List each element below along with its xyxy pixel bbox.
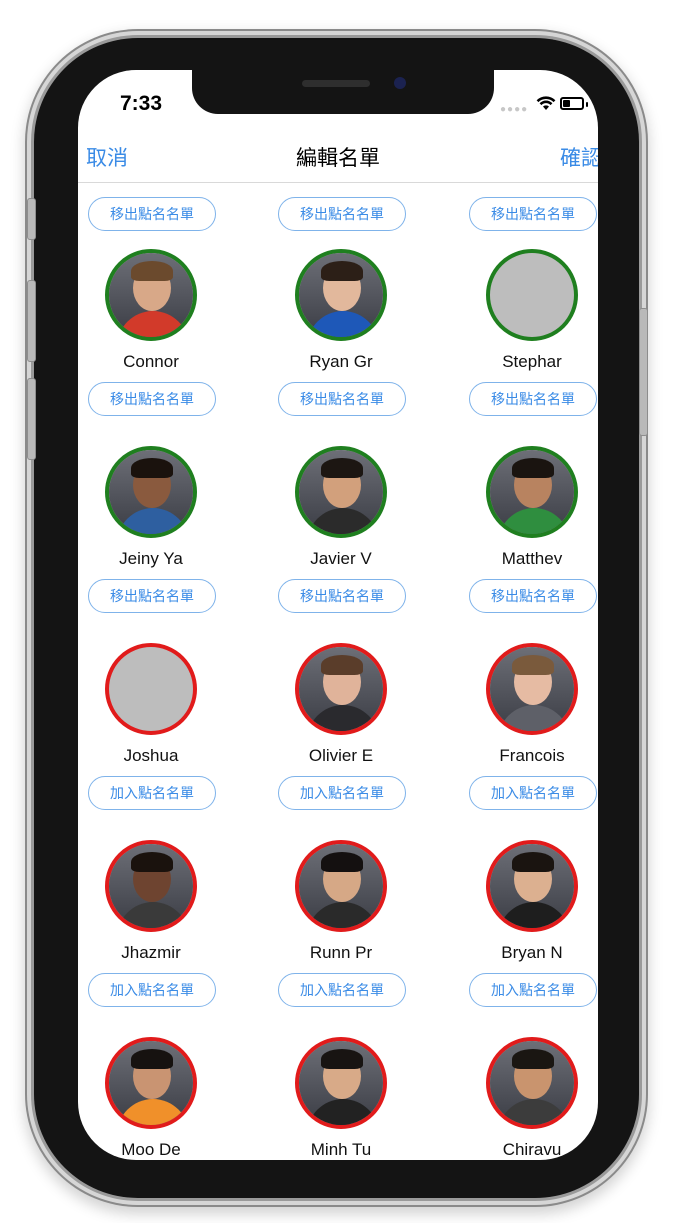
student-name: Bryan N	[501, 943, 563, 962]
student-name: Moo De	[121, 1140, 181, 1159]
student-name: Olivier E	[308, 746, 374, 765]
student-name: Stephar	[502, 352, 562, 371]
student-name: Francois	[499, 746, 565, 765]
student-name: Chiravu	[502, 1140, 562, 1159]
navigation-bar: 取消 編輯名單 確認	[78, 130, 598, 183]
student-avatar[interactable]	[486, 1037, 578, 1129]
student-avatar[interactable]	[295, 643, 387, 735]
student-avatar[interactable]	[486, 643, 578, 735]
student-card: Minh Tu加入點名名單	[268, 1037, 428, 1160]
student-name: Ryan Gr	[309, 352, 373, 371]
student-name: Jeiny Ya	[119, 549, 183, 568]
student-name: Javier V	[310, 549, 372, 568]
student-name: Matthev	[501, 549, 563, 568]
page-title: 編輯名單	[296, 147, 380, 170]
remove-from-list-button[interactable]: 移出點名名單	[278, 579, 406, 613]
add-to-list-button[interactable]: 加入點名名單	[278, 776, 406, 810]
remove-from-list-button[interactable]: 移出點名名單	[88, 579, 216, 613]
student-avatar[interactable]	[295, 446, 387, 538]
student-grid-scroll[interactable]: 移出點名名單 移出點名名單 移出點名名單 Connor 移出點名名單 Ryan Gr 移出點…	[78, 183, 598, 1160]
phone-screen: 7:33 ●●●● 取消 編輯名單 確認 移出點名名單 移出點名名單 移出點名名單 C…	[78, 70, 598, 1160]
student-name: Jhazmir	[121, 943, 181, 962]
student-avatar[interactable]	[105, 643, 197, 735]
speaker	[302, 80, 370, 87]
volume-up-button	[27, 280, 36, 362]
student-card: Jhazmir 加入點名名單	[78, 840, 238, 1037]
student-avatar[interactable]	[105, 840, 197, 932]
student-card: Moo De加入點名名單	[78, 1037, 238, 1160]
add-to-list-button[interactable]: 加入點名名單	[88, 776, 216, 810]
student-card: Francois 加入點名名單	[459, 643, 598, 840]
status-icons: ●●●●	[500, 94, 590, 115]
student-card: Runn Pr 加入點名名單	[268, 840, 428, 1037]
remove-from-list-button[interactable]: 移出點名名單	[469, 382, 597, 416]
remove-from-list-button[interactable]: 移出點名名單	[278, 382, 406, 416]
student-card: Jeiny Ya 移出點名名單	[78, 446, 238, 643]
battery-cap	[586, 102, 588, 107]
student-avatar[interactable]	[486, 249, 578, 341]
add-to-list-button[interactable]: 加入點名名單	[469, 973, 597, 1007]
student-name: Joshua	[123, 746, 179, 765]
student-name: Minh Tu	[310, 1140, 372, 1159]
volume-down-button	[27, 378, 36, 460]
student-avatar[interactable]	[486, 840, 578, 932]
remove-from-list-button[interactable]: 移出點名名單	[469, 579, 597, 613]
student-avatar[interactable]	[105, 249, 197, 341]
student-avatar[interactable]	[486, 446, 578, 538]
remove-from-list-button[interactable]: 移出點名名單	[469, 197, 597, 231]
student-card: Matthev 移出點名名單	[459, 446, 598, 643]
student-card: Joshua 加入點名名單	[78, 643, 238, 840]
student-card: Olivier E 加入點名名單	[268, 643, 428, 840]
student-avatar[interactable]	[295, 840, 387, 932]
remove-from-list-button[interactable]: 移出點名名單	[88, 197, 216, 231]
battery-icon	[560, 97, 584, 110]
confirm-button[interactable]: 確認	[560, 142, 598, 172]
wifi-icon	[536, 96, 556, 110]
remove-from-list-button[interactable]: 移出點名名單	[88, 382, 216, 416]
add-to-list-button[interactable]: 加入點名名單	[88, 973, 216, 1007]
student-avatar[interactable]	[295, 249, 387, 341]
mute-switch	[27, 198, 36, 240]
status-time: 7:33	[120, 92, 163, 115]
student-name: Connor	[123, 352, 179, 371]
student-avatar[interactable]	[105, 446, 197, 538]
signal-icon: ●●●●	[500, 104, 529, 115]
add-to-list-button[interactable]: 加入點名名單	[278, 973, 406, 1007]
camera	[394, 77, 406, 89]
add-to-list-button[interactable]: 加入點名名單	[469, 776, 597, 810]
student-card: Connor 移出點名名單	[78, 249, 238, 446]
student-name: Runn Pr	[309, 943, 373, 962]
student-card: Stephar 移出點名名單	[459, 249, 598, 446]
student-card: Ryan Gr 移出點名名單	[268, 249, 428, 446]
power-button	[639, 308, 648, 436]
remove-from-list-button[interactable]: 移出點名名單	[278, 197, 406, 231]
student-card: Javier V 移出點名名單	[268, 446, 428, 643]
notch	[192, 70, 494, 114]
student-avatar[interactable]	[295, 1037, 387, 1129]
student-card: Bryan N 加入點名名單	[459, 840, 598, 1037]
student-card: Chiravu加入點名名單	[459, 1037, 598, 1160]
student-avatar[interactable]	[105, 1037, 197, 1129]
